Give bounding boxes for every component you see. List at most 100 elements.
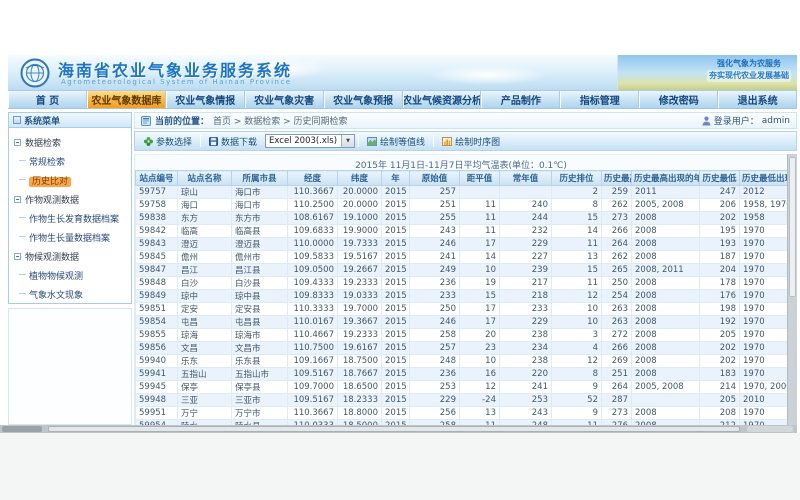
table-cell: 1970: [740, 316, 788, 329]
nav-item-9[interactable]: 修改密码: [639, 91, 718, 108]
nav-item-8[interactable]: 指标管理: [560, 91, 639, 108]
nav-item-6[interactable]: 农业气候资源分析: [403, 91, 482, 108]
table-cell: 保亭: [178, 381, 232, 394]
vertical-scrollbar[interactable]: [787, 154, 797, 425]
table-cell: 2015: [382, 277, 410, 290]
table-cell: 241: [410, 251, 460, 264]
table-cell: 266: [602, 342, 632, 355]
table-cell: 2015: [382, 329, 410, 342]
browser-viewport: 海南省农业气象业务服务系统 Agrometeorological System …: [0, 0, 800, 500]
table-cell: 2008: [632, 290, 700, 303]
collapse-icon[interactable]: [14, 253, 21, 260]
table-body: 59757琼山海口市110.366720.0000201525722592011…: [136, 186, 788, 426]
tree-item[interactable]: 作物生长量数据档案: [12, 228, 128, 247]
tree-section[interactable]: 物候观测数据: [12, 247, 128, 266]
nav-item-10[interactable]: 退出系统: [718, 91, 797, 108]
table-cell: 250: [602, 277, 632, 290]
horizontal-scrollbar[interactable]: [0, 425, 797, 433]
table-cell: 澄迈: [178, 238, 232, 251]
table-cell: 19.2333: [338, 277, 382, 290]
draw-timeseries-button[interactable]: 绘制时序图: [437, 133, 505, 150]
table-cell: 15: [460, 290, 500, 303]
user-info: 登录用户：admin: [702, 114, 790, 127]
collapse-icon[interactable]: [14, 139, 21, 146]
table-cell: 187: [700, 251, 740, 264]
table-cell: 11: [552, 277, 602, 290]
column-header: 距平值: [460, 171, 500, 186]
table-cell: 241: [500, 381, 552, 394]
table-cell: [632, 394, 700, 407]
table-cell: 110.0000: [288, 238, 338, 251]
tree-item[interactable]: 气象水文现象: [12, 285, 128, 304]
tree-section-label: 作物观测数据: [25, 193, 79, 206]
tree-item-selected[interactable]: 历史比对: [12, 171, 128, 190]
table-cell: 59838: [136, 212, 178, 225]
table-cell: 248: [410, 355, 460, 368]
chevron-down-icon[interactable]: ▼: [341, 135, 354, 147]
table-cell: 2005, 2008: [632, 199, 700, 212]
vertical-scrollbar-thumb[interactable]: [789, 157, 796, 297]
collapse-icon[interactable]: [14, 196, 21, 203]
param-select-label: 参数选择: [156, 135, 192, 148]
breadcrumb: 当前的位置： 首页 > 数据检索 > 历史同期检索: [141, 114, 348, 127]
tree-item[interactable]: 作物生长发育数据档案: [12, 209, 128, 228]
table-cell: 2015: [382, 394, 410, 407]
table-cell: 18.2333: [338, 394, 382, 407]
table-cell: 2015: [382, 212, 410, 225]
nav-item-5[interactable]: 农业气象预报: [324, 91, 403, 108]
table-cell: 208: [700, 407, 740, 420]
table-cell: 19.9000: [338, 225, 382, 238]
table-cell: 109.4333: [288, 277, 338, 290]
nav-item-4[interactable]: 农业气象灾害: [245, 91, 324, 108]
table-cell: 255: [410, 212, 460, 225]
table-cell: 202: [700, 342, 740, 355]
table-cell: 定安: [178, 303, 232, 316]
table-cell: 13: [460, 407, 500, 420]
sidebar: 系统菜单 数据检索常规检索历史比对作物观测数据作物生长发育数据档案作物生长量数据…: [8, 112, 132, 425]
table-cell: 218: [500, 290, 552, 303]
table-cell: 273: [602, 407, 632, 420]
nav-item-7[interactable]: 产品制作: [481, 91, 560, 108]
table-cell: 琼海: [178, 329, 232, 342]
main-panel: 当前的位置： 首页 > 数据检索 > 历史同期检索 登录用户：admin: [134, 112, 797, 425]
tree-item[interactable]: 常规检索: [12, 152, 128, 171]
table-cell: 109.8333: [288, 290, 338, 303]
tree-item-label: 常规检索: [29, 158, 65, 168]
data-download-button[interactable]: 数据下载: [204, 133, 262, 150]
nav-item-2[interactable]: 农业气象数据库: [87, 91, 166, 108]
table-cell: 176: [700, 290, 740, 303]
horizontal-scrollbar-thumb[interactable]: [48, 426, 740, 432]
table-cell: 59845: [136, 251, 178, 264]
app-subtitle: Agrometeorological System of Hainan Prov…: [61, 78, 292, 86]
table-cell: 59940: [136, 355, 178, 368]
table-cell: 258: [410, 329, 460, 342]
nav-item-3[interactable]: 农业气象情报: [166, 91, 245, 108]
table-cell: 琼山: [178, 186, 232, 199]
table-cell: 17: [460, 316, 500, 329]
table-row: 59849琼中琼中县109.833319.0333201523315218122…: [136, 290, 788, 303]
table-cell: 17: [460, 238, 500, 251]
tree-section[interactable]: 作物观测数据: [12, 190, 128, 209]
tree-item[interactable]: 植物物候观测: [12, 266, 128, 285]
table-cell: 10: [460, 264, 500, 277]
table-cell: 2015: [382, 225, 410, 238]
table-cell: 256: [410, 407, 460, 420]
table-cell: 1970: [740, 290, 788, 303]
export-format-select[interactable]: Excel 2003(.xls) ▼: [265, 134, 355, 148]
tree-section[interactable]: 数据检索: [12, 133, 128, 152]
column-header: 经度: [288, 171, 338, 186]
table-cell: 2015: [382, 368, 410, 381]
table-cell: 19.5167: [338, 251, 382, 264]
param-select-button[interactable]: 参数选择: [139, 133, 197, 150]
table-cell: 19.0333: [338, 290, 382, 303]
draw-contour-button[interactable]: 绘制等值线: [362, 133, 430, 150]
table-cell: 2015: [382, 238, 410, 251]
nav-item-1[interactable]: 首 页: [8, 91, 87, 108]
table-cell: 205: [700, 329, 740, 342]
table-cell: 59951: [136, 407, 178, 420]
table-cell: 110.4667: [288, 329, 338, 342]
table-cell: 2008: [632, 238, 700, 251]
menu-icon: [13, 116, 21, 124]
breadcrumb-path[interactable]: 首页 > 数据检索 > 历史同期检索: [213, 114, 348, 127]
horizontal-scrollbar-endcap[interactable]: [2, 426, 42, 432]
